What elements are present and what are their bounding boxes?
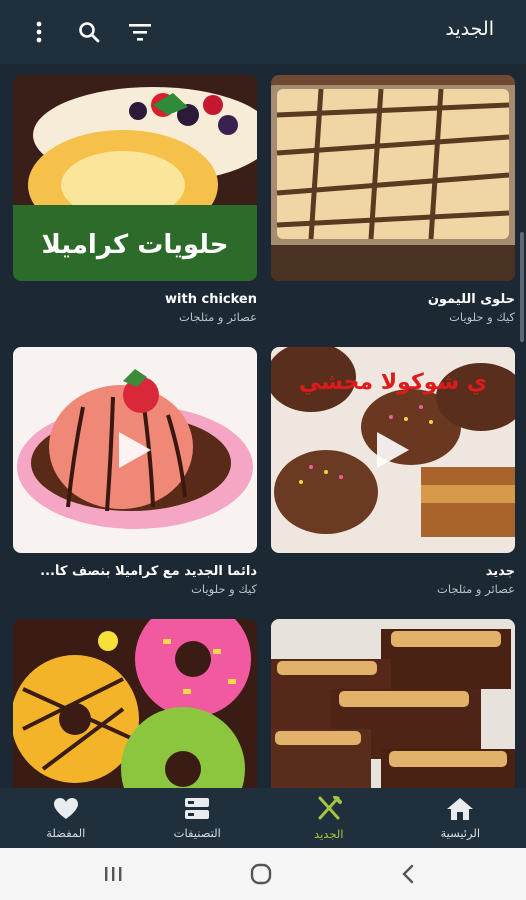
nav-item-label: الرئيسية	[440, 825, 481, 840]
recipe-thumbnail	[271, 75, 515, 281]
thumbnail-overlay-text: ي شوكولا محشي	[299, 370, 487, 395]
recipe-title: with chicken	[165, 292, 257, 307]
recipe-title: دائما الجديد مع كراميلا بنصف كأ...	[40, 564, 257, 579]
recipe-thumbnail	[271, 619, 515, 788]
scrollbar[interactable]	[520, 232, 524, 342]
recipe-card[interactable]: حلويات كراميلا with chicken عصائر و مثلج…	[13, 75, 257, 324]
recipe-thumbnail	[13, 347, 257, 553]
search-icon[interactable]	[73, 16, 105, 48]
thumbnail-overlay-text: حلويات كراميلا	[41, 230, 228, 260]
nav-item-label: الجديد	[314, 826, 344, 841]
recipe-card[interactable]	[271, 619, 515, 788]
recipe-card[interactable]: ي شوكولا محشي جديد عصائر و مثلجات	[271, 347, 515, 596]
recipe-category: عصائر و مثلجات	[437, 582, 515, 596]
fork-knife-icon	[318, 795, 342, 819]
recipe-thumbnail	[13, 619, 257, 788]
recipe-category: عصائر و مثلجات	[179, 310, 257, 324]
recipe-grid: حلوى الليمون كيك و حلويات حلويات كراميلا…	[0, 64, 526, 788]
recipe-title: جديد	[485, 564, 515, 579]
recipe-card[interactable]: حلوى الليمون كيك و حلويات	[271, 75, 515, 324]
back-button-icon[interactable]	[393, 862, 423, 886]
recipe-thumbnail: حلويات كراميلا	[13, 75, 257, 281]
home-button-icon[interactable]	[246, 862, 276, 886]
app-bar: الجديد	[0, 0, 526, 64]
play-icon	[119, 432, 151, 468]
more-options-icon[interactable]	[23, 16, 55, 48]
filter-icon[interactable]	[124, 16, 156, 48]
recipe-category: كيك و حلويات	[191, 582, 257, 596]
nav-item-home[interactable]: الرئيسية	[395, 788, 526, 848]
nav-item-label: المفضلة	[46, 825, 86, 840]
recipe-card[interactable]	[13, 619, 257, 788]
play-icon	[377, 432, 409, 468]
nav-item-categories[interactable]: التصنيفات	[132, 788, 264, 848]
bottom-navigation: الرئيسية الجديد التصنيفات المفضلة	[0, 788, 526, 848]
nav-item-label: التصنيفات	[173, 825, 221, 840]
categories-icon	[185, 797, 210, 819]
home-icon	[447, 797, 474, 820]
recent-apps-icon[interactable]	[98, 862, 128, 886]
recipe-card[interactable]: دائما الجديد مع كراميلا بنصف كأ... كيك و…	[13, 347, 257, 596]
system-navigation-bar	[0, 848, 526, 900]
heart-icon	[53, 797, 78, 819]
nav-item-favorites[interactable]: المفضلة	[0, 788, 132, 848]
recipe-title: حلوى الليمون	[427, 292, 515, 307]
recipe-category: كيك و حلويات	[449, 310, 515, 324]
nav-item-new[interactable]: الجديد	[263, 788, 395, 848]
recipe-thumbnail: ي شوكولا محشي	[271, 347, 515, 553]
page-title: الجديد	[445, 18, 494, 40]
